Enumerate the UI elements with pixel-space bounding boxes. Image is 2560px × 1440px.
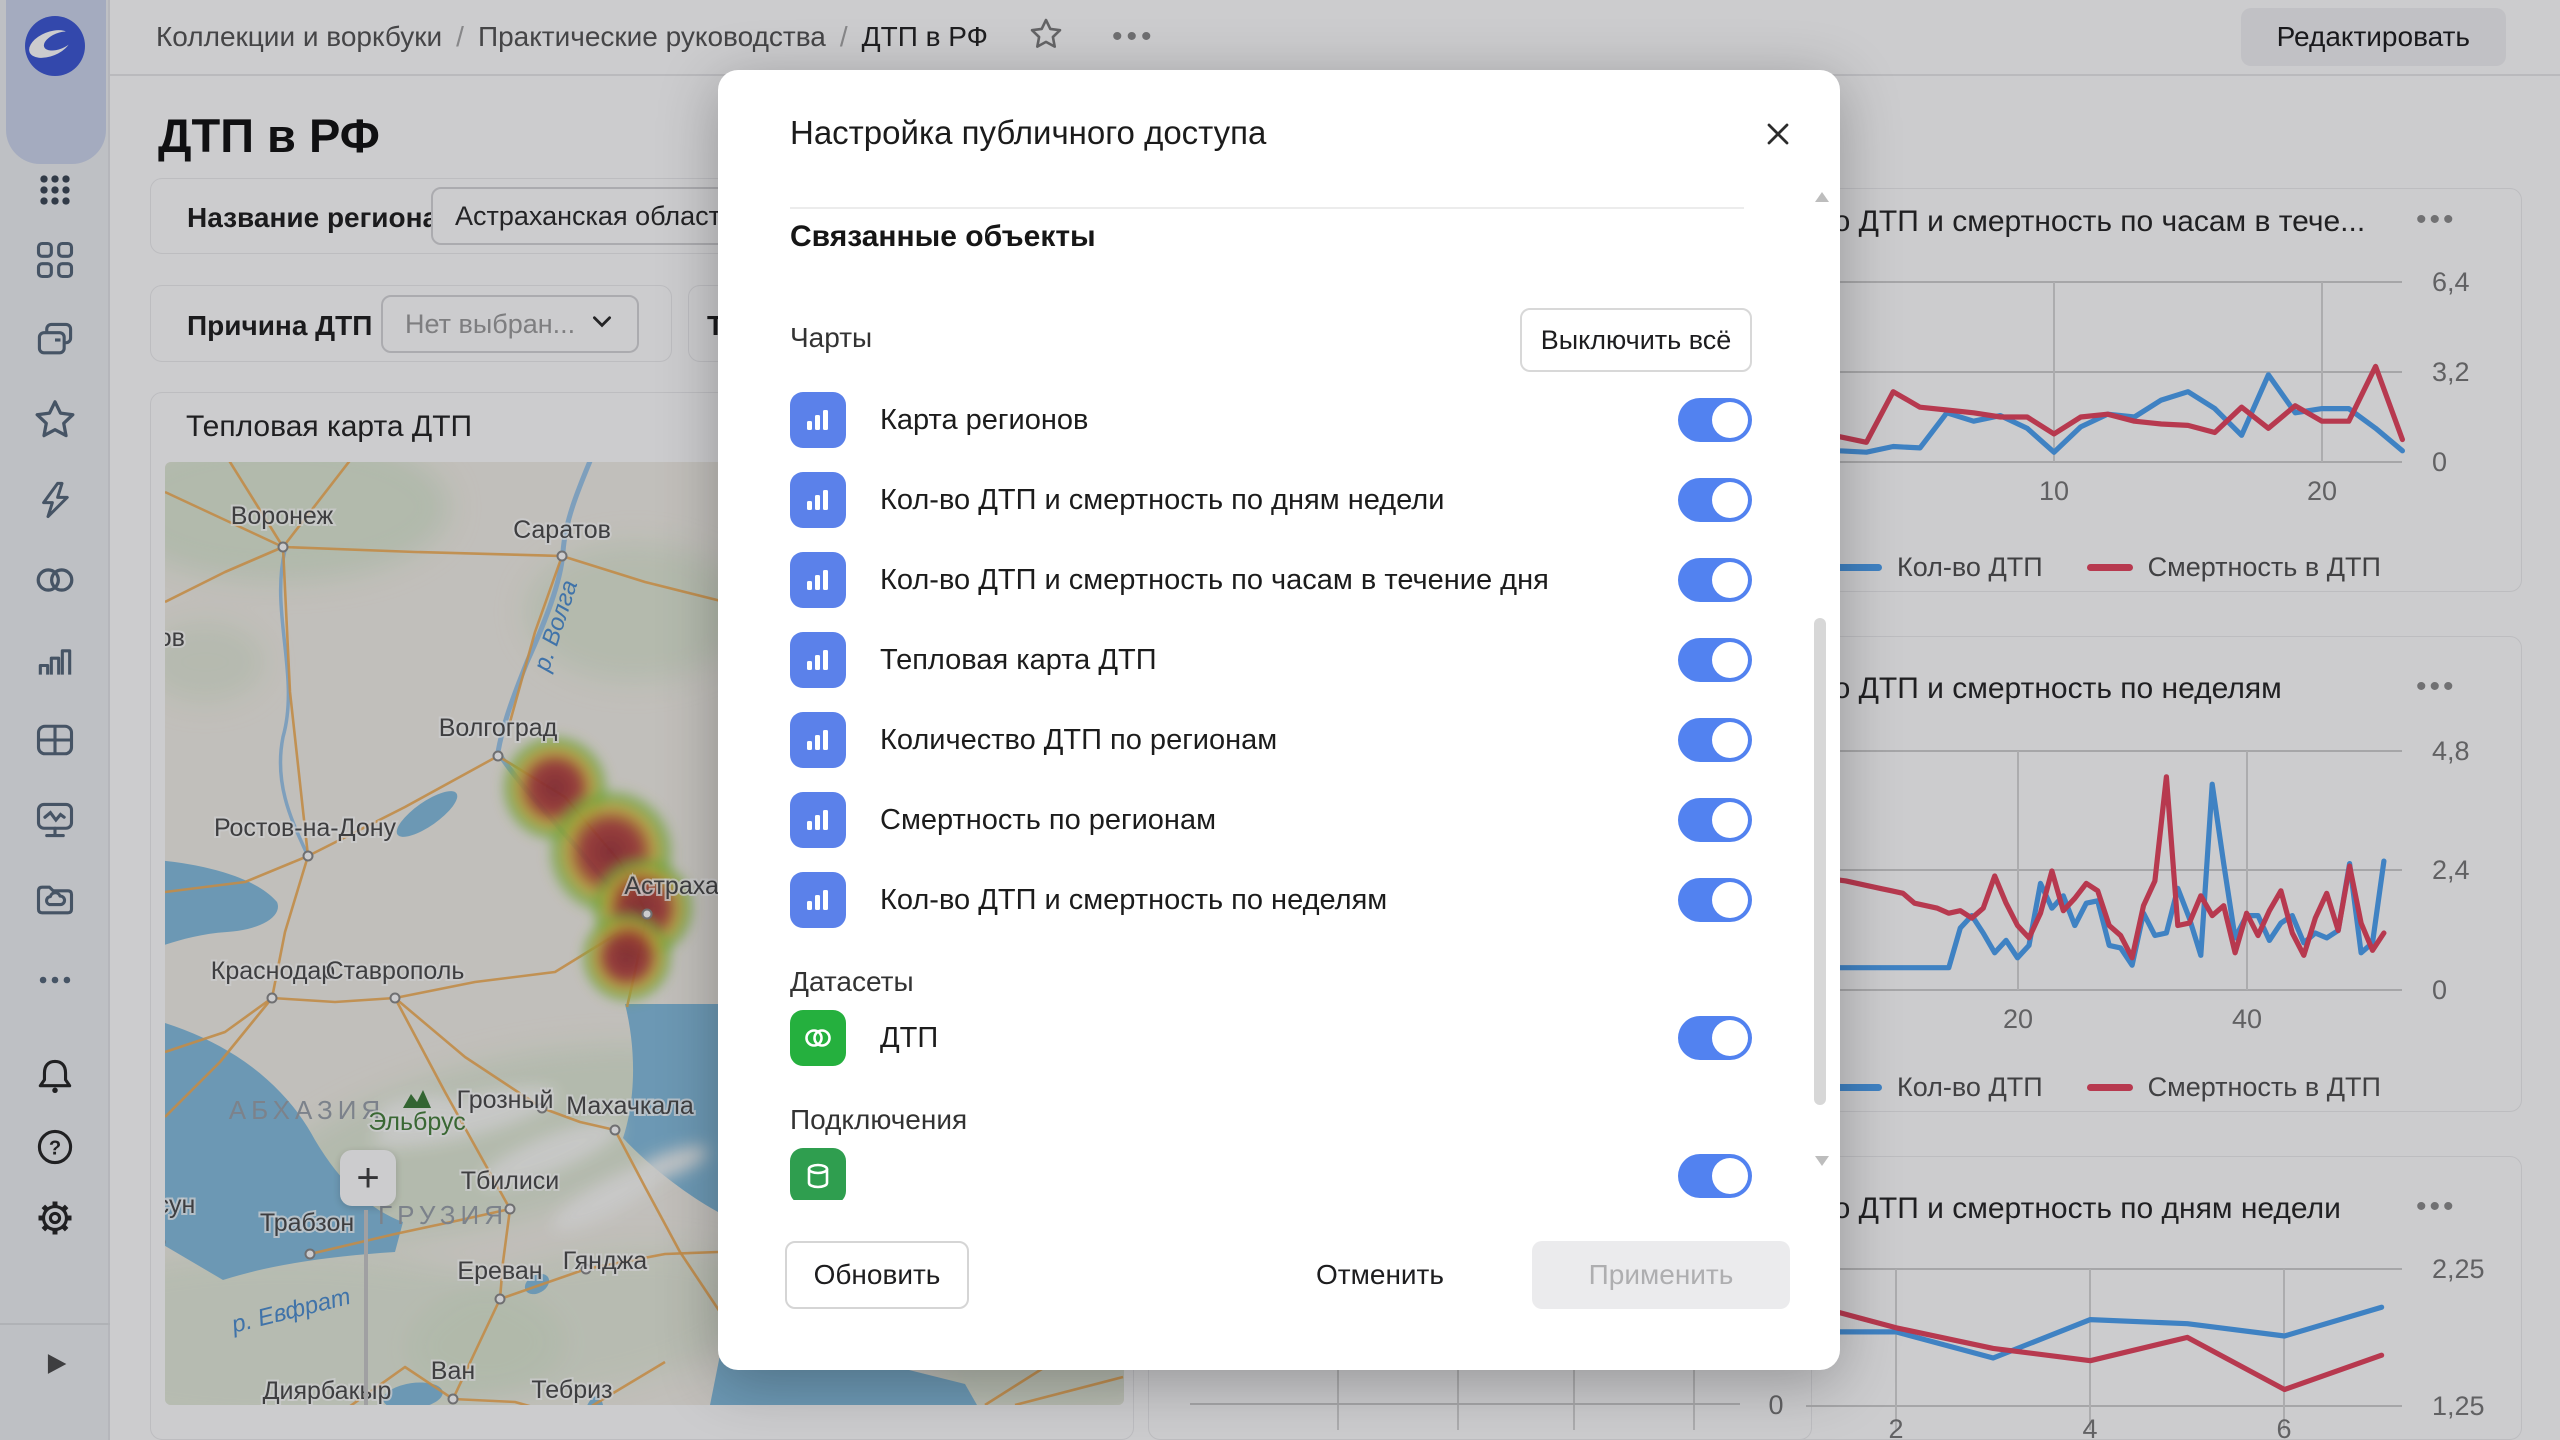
toggle-switch-on[interactable]	[1678, 718, 1752, 762]
apply-button[interactable]: Применить	[1532, 1241, 1790, 1309]
toggle-switch-on[interactable]	[1678, 478, 1752, 522]
related-object-label: ДТП	[880, 1022, 938, 1055]
toggle-switch-on[interactable]	[1678, 1154, 1752, 1198]
disable-all-button[interactable]: Выключить всё	[1520, 308, 1752, 372]
related-object-row: Тепловая карта ДТП	[790, 620, 1752, 700]
cancel-button[interactable]: Отменить	[1288, 1241, 1472, 1309]
public-access-modal: Настройка публичного доступа Связанные о…	[718, 70, 1840, 1370]
dataset-icon	[790, 1010, 846, 1066]
related-object-label: Количество ДТП по регионам	[880, 724, 1277, 757]
toggle-switch-on[interactable]	[1678, 558, 1752, 602]
app-window: Коллекции и воркбуки / Практические руко…	[0, 0, 2560, 1440]
toggle-switch-on[interactable]	[1678, 878, 1752, 922]
related-object-row: Карта регионов	[790, 380, 1752, 460]
modal-scrollbar[interactable]	[1814, 618, 1826, 1105]
modal-title: Настройка публичного доступа	[790, 114, 1266, 152]
related-object-label: Кол-во ДТП и смертность по неделям	[880, 884, 1387, 917]
chart-icon	[790, 872, 846, 928]
related-object-row: Кол-во ДТП и смертность по дням недели	[790, 460, 1752, 540]
chart-icon	[790, 712, 846, 768]
charts-group-label: Чарты	[790, 322, 872, 354]
modal-divider	[790, 207, 1744, 209]
related-object-row: ДТП	[790, 998, 1752, 1078]
conn-icon	[790, 1148, 846, 1200]
update-button[interactable]: Обновить	[785, 1241, 969, 1309]
related-object-row: Количество ДТП по регионам	[790, 700, 1752, 780]
related-object-label: Карта регионов	[880, 404, 1088, 437]
chart-icon	[790, 792, 846, 848]
related-object-label: Кол-во ДТП и смертность по дням недели	[880, 484, 1444, 517]
scroll-up-icon[interactable]	[1815, 192, 1829, 202]
related-object-row	[790, 1136, 1752, 1200]
chart-icon	[790, 552, 846, 608]
datasets-group-label: Датасеты	[790, 950, 1752, 998]
related-objects-list: Карта регионов Кол-во ДТП и смертность по…	[790, 380, 1752, 1200]
related-object-row: Кол-во ДТП и смертность по часам в течен…	[790, 540, 1752, 620]
close-icon[interactable]	[1754, 110, 1802, 158]
chart-icon	[790, 632, 846, 688]
connections-group-label: Подключения	[790, 1088, 1752, 1136]
toggle-switch-on[interactable]	[1678, 1016, 1752, 1060]
toggle-switch-on[interactable]	[1678, 798, 1752, 842]
related-object-row: Кол-во ДТП и смертность по неделям	[790, 860, 1752, 940]
toggle-switch-on[interactable]	[1678, 398, 1752, 442]
scroll-down-icon[interactable]	[1815, 1156, 1829, 1166]
related-object-label: Смертность по регионам	[880, 804, 1216, 837]
related-object-label: Кол-во ДТП и смертность по часам в течен…	[880, 564, 1549, 597]
chart-icon	[790, 392, 846, 448]
related-object-label: Тепловая карта ДТП	[880, 644, 1157, 677]
related-object-row: Смертность по регионам	[790, 780, 1752, 860]
toggle-switch-on[interactable]	[1678, 638, 1752, 682]
related-objects-heading: Связанные объекты	[790, 220, 1096, 254]
chart-icon	[790, 472, 846, 528]
